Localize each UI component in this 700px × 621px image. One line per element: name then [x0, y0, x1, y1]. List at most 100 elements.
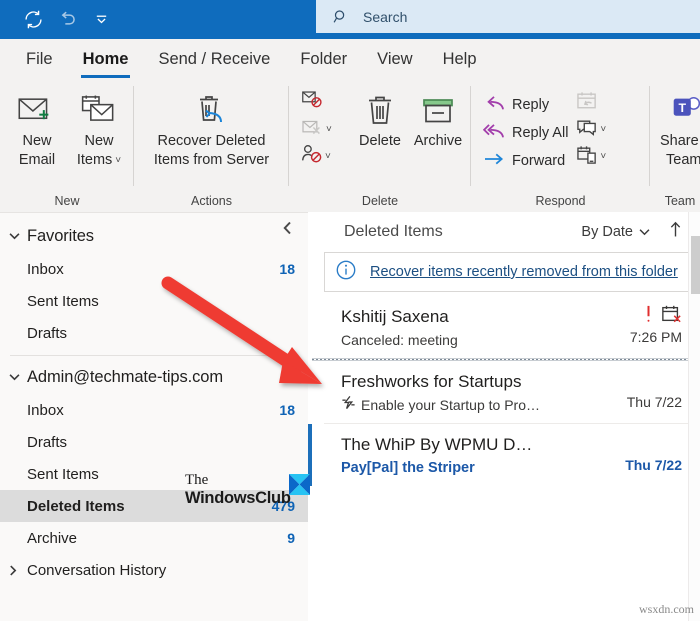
tab-send-receive[interactable]: Send / Receive [146, 46, 282, 74]
search-box[interactable]: Search [316, 0, 700, 33]
chevron-down-icon: ˅ [600, 123, 607, 135]
chevron-right-icon [9, 564, 27, 576]
ribbon-group-respond: Reply Reply All Forward ˅ ˅ Respond [471, 81, 650, 212]
importance-high-icon [644, 304, 653, 329]
recover-deleted-items-button[interactable]: Recover Deleted Items from Server [137, 87, 287, 170]
folder-item-conversation-history[interactable]: Conversation History [0, 554, 308, 586]
folder-label: Drafts [27, 324, 68, 342]
message-subject: Enable your Startup to Pro… [361, 397, 540, 413]
tab-help[interactable]: Help [431, 46, 489, 74]
chevron-down-icon [9, 232, 27, 240]
folder-group-favorites-label: Favorites [27, 226, 94, 245]
cleanup-button[interactable]: ˅ [295, 116, 349, 143]
chevron-down-icon: ˅ [600, 150, 607, 162]
folder-item-favorites-drafts[interactable]: Drafts [0, 317, 308, 349]
folder-count: 18 [279, 402, 295, 418]
meeting-canceled-icon [661, 304, 682, 329]
tab-file[interactable]: File [14, 46, 65, 74]
junk-icon [301, 144, 323, 169]
customize-quick-access-toolbar-icon[interactable] [84, 5, 118, 35]
new-email-button[interactable]: New Email [8, 87, 66, 170]
share-to-teams-label-2: Teams [666, 152, 700, 168]
folder-item-favorites-sent-items[interactable]: Sent Items [0, 285, 308, 317]
archive-button[interactable]: Archive [409, 87, 467, 151]
message-list-item[interactable]: The WhiP By WPMU D… Pay[Pal] the Striper… [308, 424, 700, 486]
recover-items-link[interactable]: Recover items recently removed from this… [370, 264, 678, 280]
arrow-up-icon[interactable] [669, 221, 682, 243]
message-list-scrollbar[interactable] [688, 212, 700, 621]
ribbon-group-delete-label: Delete [361, 194, 399, 208]
forward-label: Forward [512, 153, 566, 169]
folder-item-archive[interactable]: Archive 9 [0, 522, 308, 554]
main-area: Favorites Inbox 18 Sent Items Drafts Adm… [0, 212, 700, 621]
recover-items-banner[interactable]: Recover items recently removed from this… [324, 252, 692, 292]
undo-icon[interactable] [50, 5, 84, 35]
sort-dropdown[interactable]: By Date [581, 224, 650, 240]
meeting-reply-button[interactable] [570, 89, 618, 116]
chevron-left-icon[interactable] [278, 219, 296, 237]
reply-all-label: Reply All [512, 125, 569, 141]
reply-label: Reply [512, 97, 550, 113]
tab-home[interactable]: Home [71, 46, 141, 78]
active-tab-underline [80, 75, 131, 78]
message-list-item[interactable]: Freshworks for Startups Enable your Star… [308, 361, 700, 423]
message-list-header: Deleted Items By Date [308, 212, 700, 252]
message-list-title: Deleted Items [344, 223, 443, 240]
archive-button-label: Archive [413, 133, 463, 149]
recover-label-2: Items from Server [153, 152, 270, 168]
svg-text:T: T [679, 101, 687, 115]
message-list-pane: Deleted Items By Date Recover items rece… [308, 212, 700, 621]
scrollbar-thumb[interactable] [691, 236, 700, 294]
chevron-down-icon: ˅ [326, 123, 332, 135]
quick-access-toolbar [0, 5, 118, 35]
folder-group-account[interactable]: Admin@techmate-tips.com [0, 360, 308, 394]
folder-group-account-label: Admin@techmate-tips.com [27, 367, 224, 386]
meeting-reply-icon [576, 91, 598, 115]
more-respond-button[interactable]: ˅ [570, 143, 618, 170]
ribbon: New Email New Items ˅ New Recover Delete… [0, 81, 700, 212]
lightning-icon [341, 394, 356, 416]
new-items-button[interactable]: New Items ˅ [70, 87, 128, 170]
reply-all-button[interactable]: Reply All [479, 119, 568, 147]
ribbon-tab-strip: File Home Send / Receive Folder View Hel… [0, 39, 700, 81]
clean-up-icon [301, 118, 324, 142]
chevron-down-icon: ˅ [325, 150, 331, 162]
recover-label-1: Recover Deleted [157, 133, 266, 149]
forward-button[interactable]: Forward [479, 147, 568, 175]
folder-pane: Favorites Inbox 18 Sent Items Drafts Adm… [0, 212, 308, 621]
ignore-button[interactable] [295, 89, 349, 116]
share-to-teams-button[interactable]: T Share to Teams [660, 87, 700, 170]
new-items-label-1: New [84, 133, 114, 149]
folder-label: Deleted Items [27, 497, 125, 515]
new-email-label-1: New [22, 133, 52, 149]
folder-item-deleted-items[interactable]: Deleted Items 479 [0, 490, 308, 522]
junk-button[interactable]: ˅ [295, 143, 349, 170]
reply-button[interactable]: Reply [479, 91, 568, 119]
delete-button[interactable]: Delete [351, 87, 409, 151]
delete-small-commands: ˅ ˅ [295, 87, 349, 170]
im-reply-icon [576, 118, 598, 142]
folder-label: Archive [27, 529, 78, 547]
ribbon-group-respond-label: Respond [535, 194, 586, 208]
message-date: Thu 7/22 [626, 394, 682, 410]
folder-item-drafts[interactable]: Drafts [0, 426, 308, 458]
message-list: Kshitij Saxena Canceled: meeting 7:26 PM… [308, 296, 700, 486]
folder-label: Inbox [27, 401, 64, 419]
send-receive-all-icon[interactable] [16, 5, 50, 35]
tab-view[interactable]: View [365, 46, 424, 74]
new-email-icon [17, 90, 57, 132]
sort-dropdown-label: By Date [581, 224, 633, 240]
new-items-label-text: Items [76, 152, 113, 168]
im-reply-button[interactable]: ˅ [570, 116, 618, 143]
ribbon-group-team: T Share to Teams Team [650, 81, 700, 212]
folder-item-sent-items[interactable]: Sent Items [0, 458, 308, 490]
title-bar: Search [0, 0, 700, 39]
folder-count: 479 [271, 498, 295, 514]
folder-item-inbox[interactable]: Inbox 18 [0, 394, 308, 426]
folder-item-favorites-inbox[interactable]: Inbox 18 [0, 253, 308, 285]
folder-group-favorites[interactable]: Favorites [0, 219, 308, 253]
tab-view-label: View [377, 50, 413, 68]
delete-trash-icon [363, 90, 397, 132]
tab-folder[interactable]: Folder [288, 46, 359, 74]
message-list-item[interactable]: Kshitij Saxena Canceled: meeting 7:26 PM [308, 296, 700, 358]
